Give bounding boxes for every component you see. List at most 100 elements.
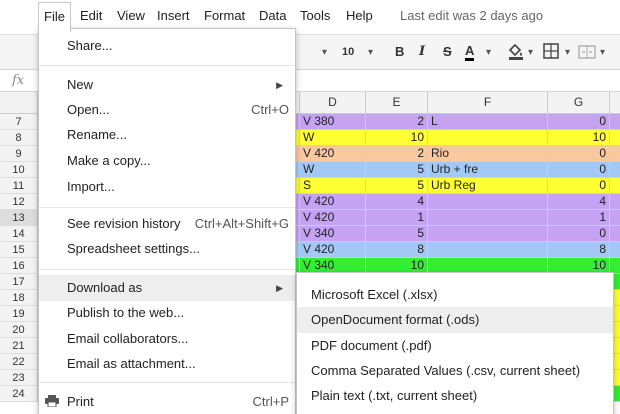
column-header-d[interactable]: D	[300, 92, 366, 114]
menu-item-spreadsheet-settings[interactable]: Spreadsheet settings...	[39, 236, 295, 262]
fill-color-dropdown-arrow[interactable]: ▾	[528, 47, 533, 58]
column-header-f[interactable]: F	[428, 92, 548, 114]
download-pdf-item[interactable]: PDF document (.pdf)	[297, 333, 613, 359]
row-header[interactable]: 14	[0, 226, 38, 242]
menu-file[interactable]: File	[38, 2, 71, 32]
italic-button[interactable]: I	[419, 44, 425, 59]
row-header[interactable]: 16	[0, 258, 38, 274]
menu-item-import[interactable]: Import...	[39, 174, 295, 200]
cell-h[interactable]	[610, 162, 620, 178]
download-csv-item[interactable]: Comma Separated Values (.csv, current sh…	[297, 358, 613, 384]
menu-view[interactable]: View	[117, 8, 145, 23]
cell-f[interactable]	[428, 210, 548, 226]
cell-h[interactable]	[610, 178, 620, 194]
row-header[interactable]: 9	[0, 146, 38, 162]
menu-item-email-attachment[interactable]: Email as attachment...	[39, 351, 295, 377]
row-header[interactable]: 13	[0, 210, 38, 226]
cell-g[interactable]: 4	[548, 194, 610, 210]
cell-e[interactable]: 5	[366, 162, 428, 178]
fill-color-icon[interactable]	[507, 42, 525, 63]
row-header[interactable]: 20	[0, 322, 38, 338]
cell-f[interactable]: Rio	[428, 146, 548, 162]
cell-f[interactable]: Urb + fre	[428, 162, 548, 178]
row-header[interactable]: 23	[0, 370, 38, 386]
cell-d[interactable]: V 420	[300, 210, 366, 226]
menu-format[interactable]: Format	[204, 8, 245, 23]
cell-g[interactable]: 10	[548, 130, 610, 146]
menu-help[interactable]: Help	[346, 8, 373, 23]
cell-h[interactable]	[610, 146, 620, 162]
column-header-e[interactable]: E	[366, 92, 428, 114]
cell-f[interactable]	[428, 130, 548, 146]
row-header[interactable]: 24	[0, 386, 38, 402]
menu-item-new[interactable]: New ▶	[39, 72, 295, 98]
menu-item-make-copy[interactable]: Make a copy...	[39, 148, 295, 174]
merge-cells-icon[interactable]	[578, 44, 596, 63]
cell-g[interactable]: 8	[548, 242, 610, 258]
cell-e[interactable]: 1	[366, 210, 428, 226]
cell-g[interactable]: 0	[548, 162, 610, 178]
menu-data[interactable]: Data	[259, 8, 286, 23]
cell-e[interactable]: 5	[366, 226, 428, 242]
cell-d[interactable]: V 340	[300, 226, 366, 242]
cell-f[interactable]	[428, 242, 548, 258]
bold-button[interactable]: B	[395, 44, 404, 59]
cell-f[interactable]	[428, 226, 548, 242]
cell-h[interactable]	[610, 114, 620, 130]
menu-item-download-as[interactable]: Download as ▶	[39, 275, 295, 301]
cell-d[interactable]: V 380	[300, 114, 366, 130]
menu-item-share[interactable]: Share...	[39, 33, 295, 59]
row-header[interactable]: 11	[0, 178, 38, 194]
row-header[interactable]: 19	[0, 306, 38, 322]
menu-item-print[interactable]: Print Ctrl+P	[39, 389, 295, 414]
row-header[interactable]: 8	[0, 130, 38, 146]
cell-h[interactable]	[610, 242, 620, 258]
cell-e[interactable]: 4	[366, 194, 428, 210]
row-header[interactable]: 10	[0, 162, 38, 178]
cell-h[interactable]	[610, 130, 620, 146]
text-color-button[interactable]: A	[465, 44, 475, 61]
cell-g[interactable]: 1	[548, 210, 610, 226]
row-header[interactable]: 15	[0, 242, 38, 258]
cell-h[interactable]	[610, 194, 620, 210]
borders-dropdown-arrow[interactable]: ▾	[565, 47, 570, 58]
menu-item-publish[interactable]: Publish to the web...	[39, 300, 295, 326]
row-header[interactable]: 17	[0, 274, 38, 290]
cell-f[interactable]: L	[428, 114, 548, 130]
cell-e[interactable]: 5	[366, 178, 428, 194]
font-size-dropdown-arrow[interactable]: ▾	[368, 47, 373, 58]
menu-item-open[interactable]: Open... Ctrl+O	[39, 97, 295, 123]
cell-g[interactable]: 0	[548, 114, 610, 130]
download-xlsx-item[interactable]: Microsoft Excel (.xlsx)	[297, 282, 613, 308]
download-txt-item[interactable]: Plain text (.txt, current sheet)	[297, 383, 613, 409]
font-size-selector[interactable]: 10	[342, 46, 354, 58]
column-header-h[interactable]	[610, 92, 620, 114]
cell-d[interactable]: V 420	[300, 146, 366, 162]
menu-item-rename[interactable]: Rename...	[39, 122, 295, 148]
last-edit-status[interactable]: Last edit was 2 days ago	[400, 8, 543, 23]
download-ods-item[interactable]: OpenDocument format (.ods)	[297, 307, 613, 333]
cell-d[interactable]: V 420	[300, 242, 366, 258]
row-header[interactable]: 22	[0, 354, 38, 370]
cell-e[interactable]: 8	[366, 242, 428, 258]
cell-d[interactable]: W	[300, 130, 366, 146]
menu-insert[interactable]: Insert	[157, 8, 190, 23]
menu-item-email-collaborators[interactable]: Email collaborators...	[39, 326, 295, 352]
borders-icon[interactable]	[543, 43, 559, 62]
cell-h[interactable]	[610, 210, 620, 226]
menu-item-revision-history[interactable]: See revision history Ctrl+Alt+Shift+G	[39, 211, 295, 237]
text-color-dropdown-arrow[interactable]: ▾	[486, 47, 491, 58]
cell-e[interactable]: 10	[366, 130, 428, 146]
row-header[interactable]: 7	[0, 114, 38, 130]
cell-g[interactable]: 0	[548, 178, 610, 194]
cell-d[interactable]: S	[300, 178, 366, 194]
cell-h[interactable]	[610, 226, 620, 242]
cell-g[interactable]: 0	[548, 146, 610, 162]
row-header[interactable]: 18	[0, 290, 38, 306]
merge-dropdown-arrow[interactable]: ▾	[600, 47, 605, 58]
row-header[interactable]: 21	[0, 338, 38, 354]
select-all-corner[interactable]	[0, 92, 38, 114]
cell-d[interactable]: V 420	[300, 194, 366, 210]
cell-f[interactable]	[428, 194, 548, 210]
row-header[interactable]: 12	[0, 194, 38, 210]
